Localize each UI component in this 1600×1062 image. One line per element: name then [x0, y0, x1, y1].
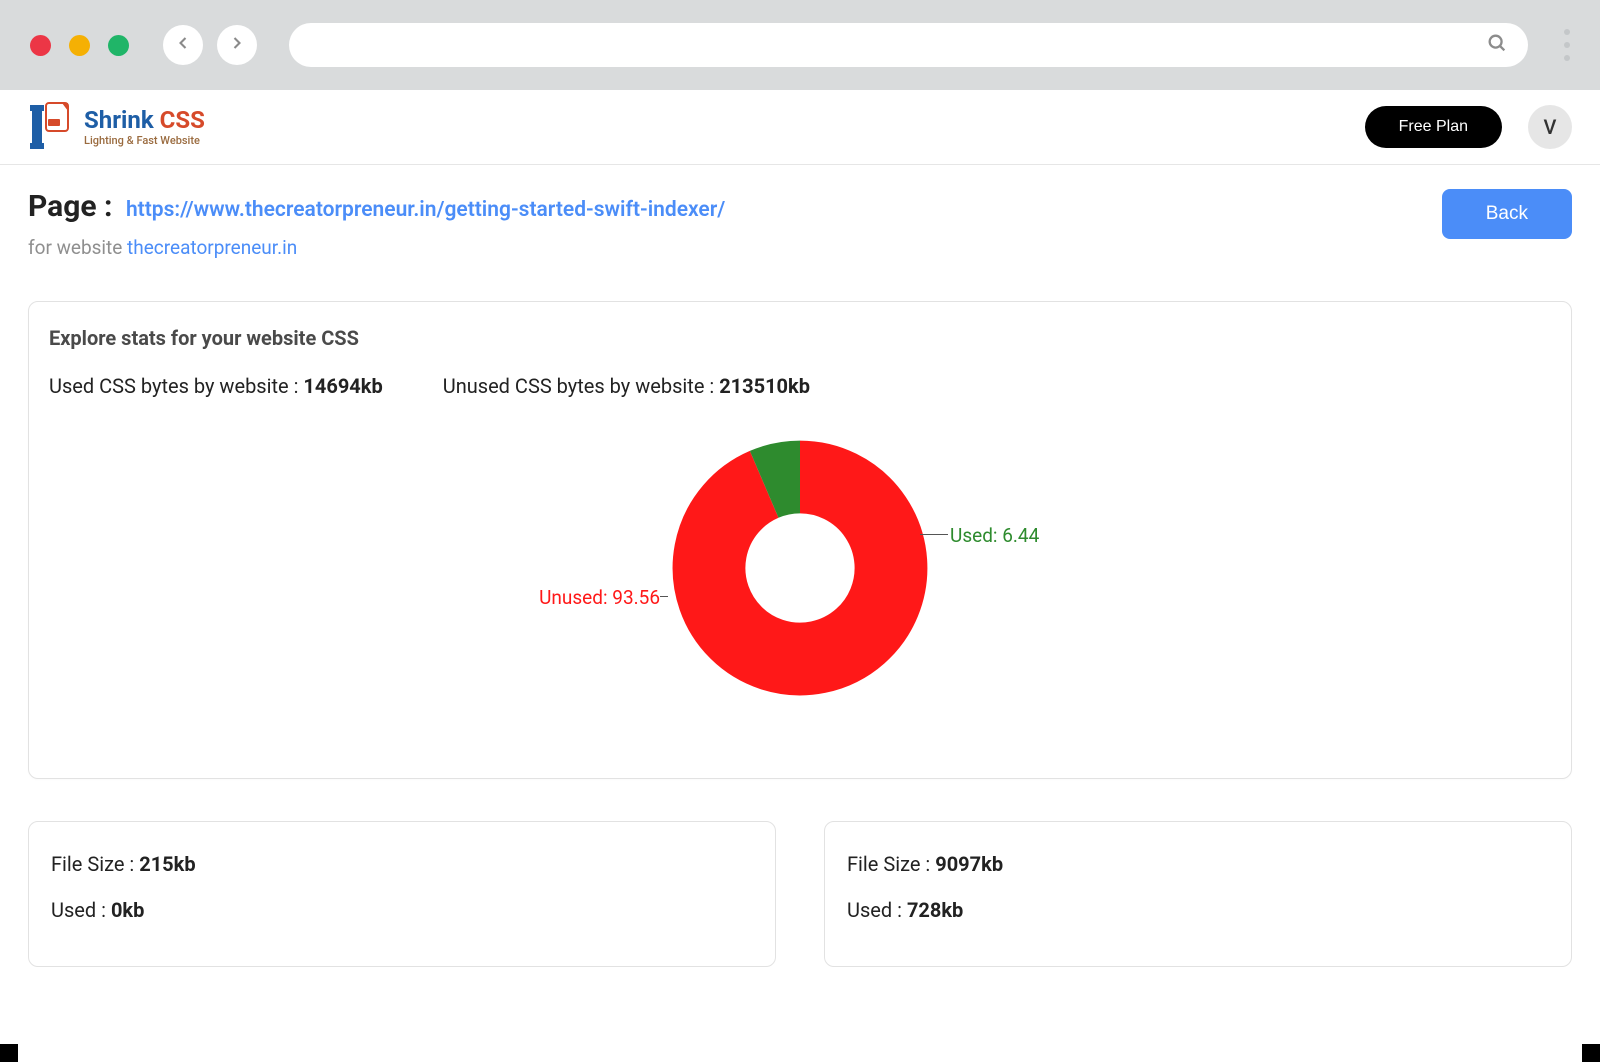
unused-bytes-label: Unused CSS bytes by website : — [443, 374, 719, 398]
used-bytes-value: 14694kb — [303, 374, 382, 398]
forward-nav-button[interactable] — [217, 25, 257, 65]
url-bar[interactable] — [289, 23, 1528, 67]
chart-label-used: Used: 6.44 — [950, 524, 1039, 547]
app-header: Shrink CSS Lighting & Fast Website Free … — [0, 90, 1600, 165]
search-icon — [1486, 32, 1508, 58]
subtitle-prefix: for website — [28, 236, 127, 259]
brand-name-part1: Shrink — [84, 106, 160, 134]
brand-name-part2: CSS — [160, 106, 205, 134]
back-button[interactable]: Back — [1442, 189, 1572, 239]
maximize-window-button[interactable] — [108, 35, 129, 56]
file-used-label: Used : — [51, 898, 111, 922]
close-window-button[interactable] — [30, 35, 51, 56]
file-size-label: File Size : — [847, 852, 935, 876]
used-bytes-label: Used CSS bytes by website : — [49, 374, 303, 398]
page-title-row: Page : https://www.thecreatorpreneur.in/… — [0, 165, 1600, 259]
website-link[interactable]: thecreatorpreneur.in — [127, 236, 297, 259]
page-url-link[interactable]: https://www.thecreatorpreneur.in/getting… — [126, 198, 725, 222]
brand-tagline: Lighting & Fast Website — [84, 135, 205, 147]
minimize-window-button[interactable] — [69, 35, 90, 56]
arrow-right-icon — [227, 33, 247, 57]
window-controls — [30, 35, 129, 56]
unused-bytes-value: 213510kb — [719, 374, 810, 398]
frame-corner — [1582, 1044, 1600, 1062]
chart-leader-line — [920, 534, 948, 535]
logo-text: Shrink CSS Lighting & Fast Website — [84, 107, 205, 147]
arrow-left-icon — [173, 33, 193, 57]
chart-label-unused: Unused: 93.56 — [539, 586, 660, 609]
browser-menu-button[interactable] — [1564, 29, 1570, 61]
used-bytes-stat: Used CSS bytes by website : 14694kb — [49, 374, 383, 398]
brand-logo[interactable]: Shrink CSS Lighting & Fast Website — [28, 101, 205, 153]
stats-card-title: Explore stats for your website CSS — [49, 326, 1551, 350]
frame-corner — [0, 1044, 18, 1062]
unused-bytes-stat: Unused CSS bytes by website : 213510kb — [443, 374, 810, 398]
page-title-prefix: Page : — [28, 189, 120, 224]
file-size-value: 215kb — [139, 852, 195, 876]
back-nav-button[interactable] — [163, 25, 203, 65]
donut-svg-wrap — [670, 438, 930, 698]
donut-chart: Used: 6.44 Unused: 93.56 — [49, 438, 1551, 748]
file-size-label: File Size : — [51, 852, 139, 876]
avatar[interactable]: V — [1528, 105, 1572, 149]
browser-chrome — [0, 0, 1600, 90]
file-card: File Size : 215kb Used : 0kb — [28, 821, 776, 967]
file-used-label: Used : — [847, 898, 907, 922]
plan-button[interactable]: Free Plan — [1365, 106, 1502, 148]
file-size-value: 9097kb — [935, 852, 1003, 876]
chart-leader-line — [660, 596, 668, 597]
file-cards-row: File Size : 215kb Used : 0kb File Size :… — [28, 821, 1572, 967]
file-used-value: 0kb — [111, 898, 144, 922]
stats-card: Explore stats for your website CSS Used … — [28, 301, 1572, 779]
file-card: File Size : 9097kb Used : 728kb — [824, 821, 1572, 967]
logo-icon — [28, 101, 72, 153]
file-used-value: 728kb — [907, 898, 963, 922]
